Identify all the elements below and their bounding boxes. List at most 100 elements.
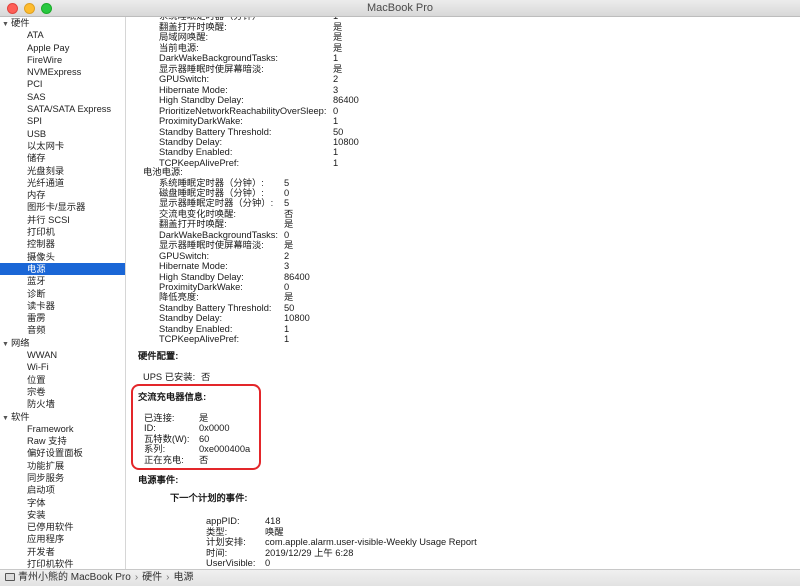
ac-charger-row-value: 0x0000 bbox=[199, 423, 230, 434]
ac-power-row-label: PrioritizeNetworkReachabilityOverSleep: bbox=[159, 105, 327, 116]
sidebar-item[interactable]: FireWire bbox=[0, 54, 125, 66]
next-events-heading: 下一个计划的事件: bbox=[170, 493, 248, 503]
event-row-value: 唤醒 bbox=[265, 526, 284, 537]
crumb-separator: › bbox=[166, 572, 170, 583]
sidebar-item[interactable]: 读卡器 bbox=[0, 300, 125, 312]
sidebar-item[interactable]: NVMExpress bbox=[0, 66, 125, 78]
sidebar-item[interactable]: 偏好设置面板 bbox=[0, 447, 125, 459]
sidebar-item[interactable]: 光盘刻录 bbox=[0, 165, 125, 177]
battery-power-row-label: 交流电变化时唤醒: bbox=[159, 208, 236, 219]
crumb-computer[interactable]: 青州小熊的 MacBook Pro bbox=[18, 572, 131, 583]
sidebar-item[interactable]: Framework bbox=[0, 423, 125, 435]
sidebar-item[interactable]: 以太网卡 bbox=[0, 140, 125, 152]
sidebar-item[interactable]: SAS bbox=[0, 91, 125, 103]
battery-power-row-value: 10800 bbox=[284, 313, 310, 324]
sidebar-item[interactable]: SATA/SATA Express bbox=[0, 103, 125, 115]
battery-power-row-label: 显示器睡眠定时器（分钟）: bbox=[159, 198, 274, 209]
sidebar-category-label: 软件 bbox=[11, 411, 30, 422]
sidebar-item[interactable]: PCI bbox=[0, 78, 125, 90]
path-bar: 青州小熊的 MacBook Pro › 硬件 › 电源 bbox=[0, 569, 800, 586]
sidebar-item[interactable]: 宗卷 bbox=[0, 386, 125, 398]
sidebar-item[interactable]: 内存 bbox=[0, 189, 125, 201]
system-information-window: MacBook Pro ▼ 硬件 ATA Apple Pay FireWire NVMEx… bbox=[0, 0, 800, 586]
sidebar[interactable]: ▼ 硬件 ATA Apple Pay FireWire NVMExpress PCI SAS S… bbox=[0, 17, 126, 569]
title-bar: MacBook Pro bbox=[0, 0, 800, 17]
detail-pane[interactable]: 系统睡眠定时器（分钟）1翻盖打开时唤醒:是局域网唤醒:是当前电源:是DarkWa… bbox=[127, 17, 800, 569]
sidebar-item[interactable]: Raw 支持 bbox=[0, 435, 125, 447]
ac-charger-heading: 交流充电器信息: bbox=[138, 392, 207, 402]
sidebar-item[interactable]: 功能扩展 bbox=[0, 460, 125, 472]
sidebar-category-network[interactable]: ▼ 网络 bbox=[0, 337, 125, 349]
ac-power-row-value: 1 bbox=[333, 147, 339, 158]
battery-power-row-value: 3 bbox=[284, 261, 290, 272]
ac-charger-row-label: ID: bbox=[144, 423, 156, 434]
sidebar-item[interactable]: 开发者 bbox=[0, 546, 125, 558]
battery-power-row-value: 1 bbox=[284, 323, 290, 334]
sidebar-item[interactable]: 应用程序 bbox=[0, 533, 125, 545]
sidebar-item[interactable]: 并行 SCSI bbox=[0, 214, 125, 226]
ac-charger-row-label: 已连接: bbox=[144, 413, 175, 423]
battery-power-row-value: 86400 bbox=[284, 271, 310, 282]
crumb-hardware[interactable]: 硬件 bbox=[142, 572, 162, 583]
sidebar-item[interactable]: 打印机软件 bbox=[0, 558, 125, 569]
ac-power-row-value: 1 bbox=[333, 157, 339, 168]
battery-power-row-value: 否 bbox=[284, 208, 294, 219]
sidebar-item[interactable]: Wi-Fi bbox=[0, 361, 125, 373]
sidebar-item[interactable]: 图形卡/显示器 bbox=[0, 201, 125, 213]
battery-power-row-value: 是 bbox=[284, 292, 294, 303]
battery-power-row-label: DarkWakeBackgroundTasks: bbox=[159, 229, 279, 240]
sidebar-item[interactable]: SPI bbox=[0, 115, 125, 127]
sidebar-category-hardware[interactable]: ▼ 硬件 bbox=[0, 17, 125, 29]
sidebar-item[interactable]: 电源 bbox=[0, 262, 125, 276]
sidebar-category-software[interactable]: ▼ 软件 bbox=[0, 411, 125, 423]
battery-power-row-label: 磁盘睡眠定时器（分钟）: bbox=[159, 187, 264, 198]
sidebar-item[interactable]: 控制器 bbox=[0, 238, 125, 250]
sidebar-item[interactable]: WWAN bbox=[0, 349, 125, 361]
event-row-label: UserVisible: bbox=[206, 558, 256, 568]
event-row-value: 0 bbox=[265, 558, 271, 568]
battery-power-row-label: GPUSwitch: bbox=[159, 250, 210, 261]
ac-power-row-value: 1 bbox=[333, 53, 339, 64]
sidebar-item[interactable]: 蓝牙 bbox=[0, 275, 125, 287]
sidebar-item[interactable]: 启动项 bbox=[0, 484, 125, 496]
sidebar-item[interactable]: 雷雳 bbox=[0, 312, 125, 324]
sidebar-item[interactable]: USB bbox=[0, 128, 125, 140]
event-row-value: 2019/12/29 上午 6:28 bbox=[265, 547, 354, 558]
ac-power-row-label: Standby Enabled: bbox=[159, 147, 233, 158]
ac-charger-row-label: 瓦特数(W): bbox=[144, 433, 190, 444]
battery-power-row-label: 翻盖打开时唤醒: bbox=[159, 219, 227, 230]
ac-charger-row-value: 0xe000400a bbox=[199, 444, 251, 455]
sidebar-item[interactable]: 已停用软件 bbox=[0, 521, 125, 533]
sidebar-item[interactable]: 摄像头 bbox=[0, 251, 125, 263]
sidebar-item[interactable]: 储存 bbox=[0, 152, 125, 164]
sidebar-item[interactable]: Apple Pay bbox=[0, 42, 125, 54]
sidebar-item[interactable]: 同步服务 bbox=[0, 472, 125, 484]
battery-power-row-value: 2 bbox=[284, 250, 290, 261]
ac-charger-row-value: 是 bbox=[199, 413, 209, 423]
battery-power-row-label: High Standby Delay: bbox=[159, 271, 244, 282]
sidebar-item[interactable]: ATA bbox=[0, 29, 125, 41]
battery-power-row-label: Standby Enabled: bbox=[159, 323, 233, 334]
battery-power-row-label: 系统睡眠定时器（分钟）: bbox=[159, 177, 264, 188]
sidebar-item[interactable]: 安装 bbox=[0, 509, 125, 521]
battery-power-row-value: 0 bbox=[284, 282, 290, 292]
sidebar-item[interactable]: 打印机 bbox=[0, 226, 125, 238]
sidebar-item[interactable]: 音频 bbox=[0, 324, 125, 336]
sidebar-item[interactable]: 光纤通道 bbox=[0, 177, 125, 189]
sidebar-item[interactable]: 防火墙 bbox=[0, 398, 125, 410]
power-events-heading: 电源事件: bbox=[138, 475, 179, 485]
ac-charger-row-label: 系列: bbox=[144, 444, 166, 455]
battery-power-row-value: 是 bbox=[284, 219, 294, 230]
sidebar-item[interactable]: 字体 bbox=[0, 497, 125, 509]
event-row-value: com.apple.alarm.user-visible-Weekly Usag… bbox=[265, 537, 477, 547]
crumb-separator: › bbox=[134, 572, 139, 583]
crumb-power[interactable]: 电源 bbox=[174, 572, 194, 583]
sidebar-item[interactable]: 诊断 bbox=[0, 288, 125, 300]
battery-power-row-value: 50 bbox=[284, 302, 295, 313]
sidebar-category-label: 网络 bbox=[11, 337, 30, 348]
sidebar-item[interactable]: 位置 bbox=[0, 374, 125, 386]
ac-power-row-label: GPUSwitch: bbox=[159, 74, 210, 85]
battery-power-row-value: 5 bbox=[284, 177, 290, 188]
ac-power-row-value: 是 bbox=[333, 42, 343, 53]
ac-power-row-label: ProximityDarkWake: bbox=[159, 116, 243, 127]
